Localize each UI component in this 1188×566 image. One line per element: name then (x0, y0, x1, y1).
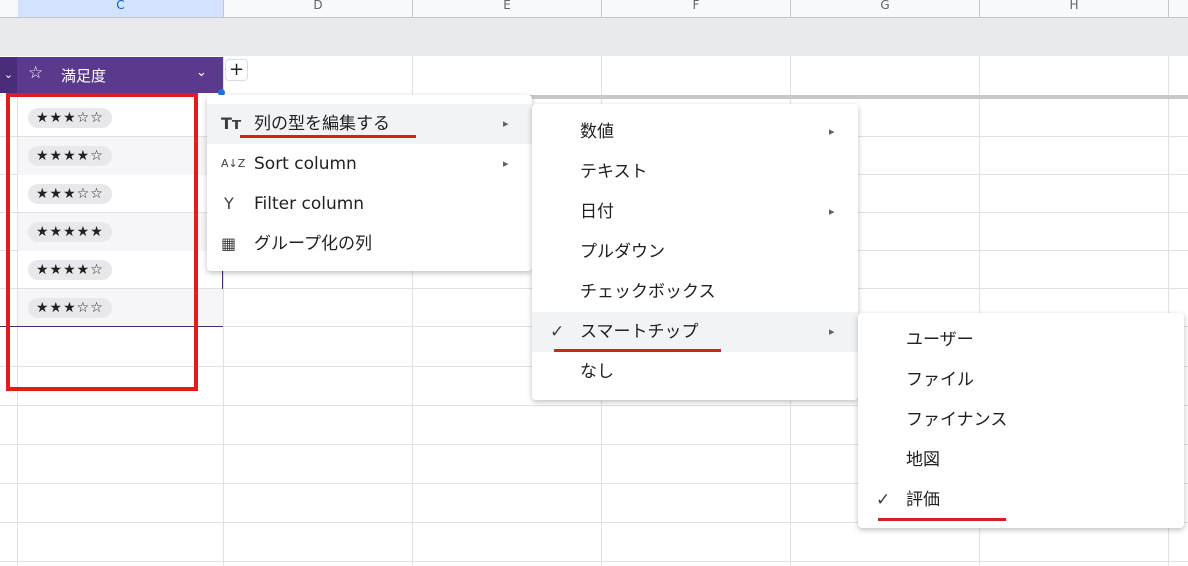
submenu-arrow-icon: ▸ (503, 117, 509, 130)
prev-column-chevron-icon[interactable]: ⌄ (0, 57, 17, 93)
menu-item-label: チェックボックス (580, 282, 716, 302)
grid-line (0, 561, 1188, 562)
menu-item-label: ファイナンス (906, 410, 1008, 430)
menu-item-label: なし (580, 362, 614, 382)
check-icon: ✓ (550, 322, 565, 342)
column-header-d[interactable]: D (224, 0, 413, 17)
submenu-arrow-icon: ▸ (829, 125, 835, 138)
menu-item-text[interactable]: テキスト (532, 152, 858, 192)
column-header-f[interactable]: F (602, 0, 791, 17)
column-header-g[interactable]: G (791, 0, 980, 17)
column-header-e[interactable]: E (413, 0, 602, 17)
menu-item-edit-column-type[interactable]: Tт 列の型を編集する ▸ (207, 104, 532, 144)
menu-item-user[interactable]: ユーザー (858, 320, 1184, 360)
menu-item-group-column[interactable]: ▦ グループ化の列 (207, 224, 532, 264)
annotation-underline (878, 518, 1006, 521)
group-table-icon: ▦ (221, 234, 237, 253)
menu-item-label: プルダウン (580, 242, 665, 262)
annotation-underline (240, 135, 416, 138)
column-title: 満足度 (61, 67, 107, 85)
menu-item-sort-column[interactable]: A↓Z Sort column ▸ (207, 144, 532, 184)
menu-item-label: 日付 (580, 202, 614, 222)
menu-item-label: Sort column (254, 154, 357, 174)
menu-item-map[interactable]: 地図 (858, 440, 1184, 480)
column-type-submenu: 数値 ▸ テキスト 日付 ▸ プルダウン チェックボックス ✓ スマートチップ … (532, 104, 858, 400)
menu-item-finance[interactable]: ファイナンス (858, 400, 1184, 440)
text-type-icon: Tт (221, 114, 242, 133)
chevron-down-icon[interactable]: ⌄ (196, 65, 207, 80)
smart-chip-submenu: ユーザー ファイル ファイナンス 地図 ✓ 評価 (858, 313, 1184, 528)
sort-az-icon: A↓Z (221, 157, 246, 170)
menu-item-label: ユーザー (906, 330, 974, 350)
menu-item-file[interactable]: ファイル (858, 360, 1184, 400)
menu-item-filter-column[interactable]: Y Filter column (207, 184, 532, 224)
annotation-underline (554, 349, 721, 352)
column-context-menu: Tт 列の型を編集する ▸ A↓Z Sort column ▸ Y Filter… (207, 95, 532, 271)
menu-item-label: 列の型を編集する (254, 114, 390, 134)
submenu-arrow-icon: ▸ (829, 205, 835, 218)
menu-item-label: 評価 (906, 490, 940, 510)
check-icon: ✓ (876, 490, 891, 510)
menu-item-rating[interactable]: ✓ 評価 (858, 480, 1184, 520)
submenu-arrow-icon: ▸ (829, 325, 835, 338)
menu-item-none[interactable]: なし (532, 352, 858, 392)
column-header-h[interactable]: H (980, 0, 1169, 17)
menu-item-dropdown[interactable]: プルダウン (532, 232, 858, 272)
menu-item-label: グループ化の列 (254, 234, 372, 254)
filter-icon: Y (224, 194, 234, 213)
submenu-arrow-icon: ▸ (503, 157, 509, 170)
menu-item-label: テキスト (580, 162, 648, 182)
frozen-row-band (0, 18, 1188, 56)
menu-item-label: 地図 (906, 450, 940, 470)
menu-item-label: ファイル (906, 370, 974, 390)
annotation-highlight-box (6, 93, 198, 391)
menu-item-smart-chip[interactable]: ✓ スマートチップ ▸ (532, 312, 858, 352)
add-column-button[interactable]: + (225, 59, 248, 81)
menu-item-label: スマートチップ (580, 322, 699, 342)
menu-item-label: Filter column (254, 194, 365, 214)
column-header-row: C D E F G H (0, 0, 1188, 18)
column-header-c[interactable]: C (18, 0, 224, 17)
star-outline-icon: ☆ (28, 63, 44, 83)
table-column-header[interactable]: ⌄ ☆ 満足度 ⌄ (0, 57, 223, 93)
menu-item-label: 数値 (580, 122, 614, 142)
menu-item-date[interactable]: 日付 ▸ (532, 192, 858, 232)
menu-item-number[interactable]: 数値 ▸ (532, 112, 858, 152)
menu-item-checkbox[interactable]: チェックボックス (532, 272, 858, 312)
